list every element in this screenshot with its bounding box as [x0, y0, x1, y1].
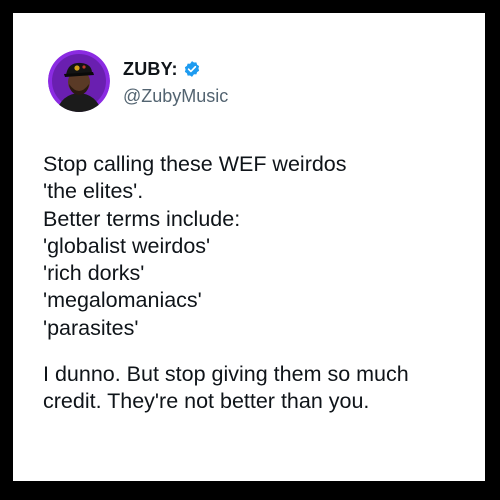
tweet-line: 'rich dorks' [43, 261, 145, 286]
author-handle[interactable]: @ZubyMusic [123, 86, 228, 107]
tweet-text: Stop calling these WEF weirdos 'the elit… [43, 151, 483, 416]
tweet-line: credit. They're not better than you. [43, 389, 370, 414]
verified-badge-icon [183, 60, 201, 78]
tweet-line: Better terms include: [43, 206, 241, 231]
tweet-line: 'globalist weirdos' [43, 233, 211, 258]
tweet-line: 'the elites'. [43, 179, 144, 204]
author-name-row[interactable]: ZUBY: [123, 57, 201, 81]
tweet-card: ZUBY: @ZubyMusic Stop calling these WEF … [13, 13, 485, 481]
tweet-line: I dunno. But stop giving them so much [43, 362, 409, 387]
tweet-line: Stop calling these WEF weirdos [43, 152, 347, 176]
tweet-line: 'megalomaniacs' [43, 288, 202, 313]
avatar-image [48, 50, 110, 112]
author-display-name[interactable]: ZUBY: [123, 59, 178, 80]
avatar[interactable] [48, 50, 110, 112]
tweet-line: 'parasites' [43, 315, 139, 340]
